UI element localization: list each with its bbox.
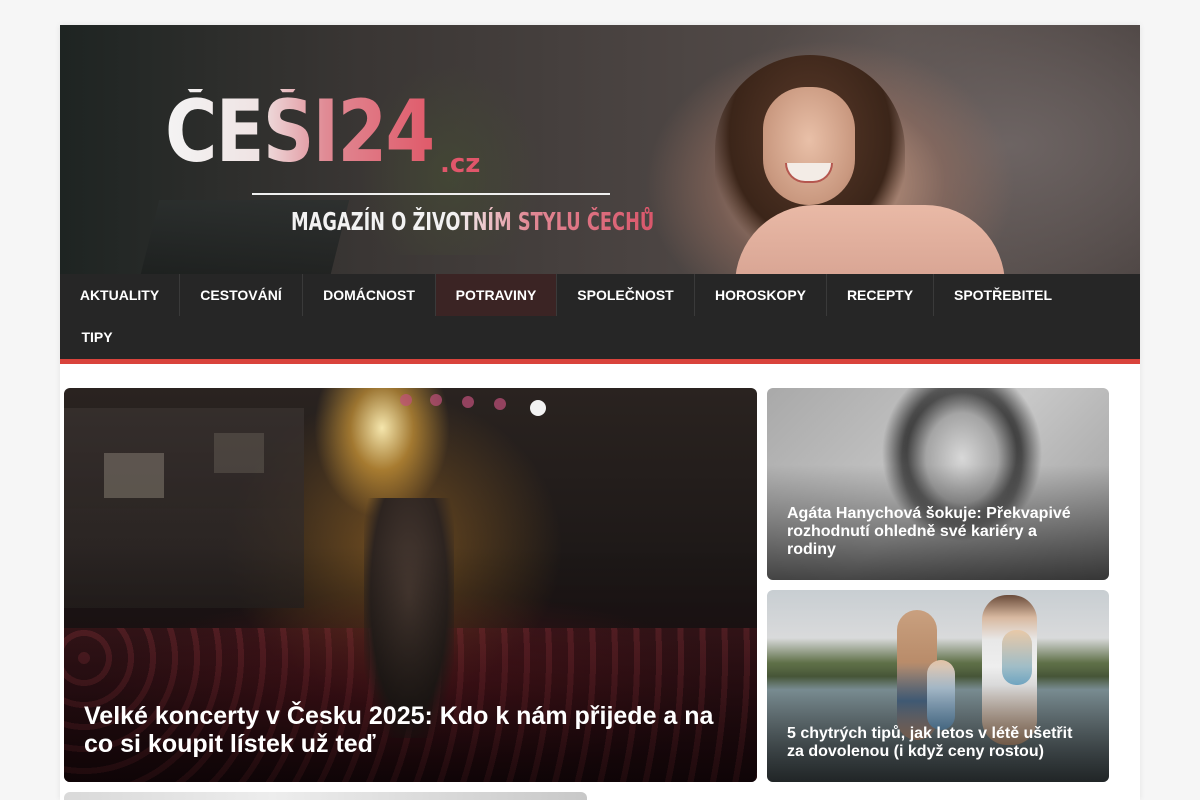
- site-tagline: MAGAZÍN O ŽIVOTNÍM STYLU ČECHŮ: [291, 207, 655, 236]
- next-article-card[interactable]: [64, 792, 587, 800]
- side-article-title[interactable]: 5 chytrých tipů, jak letos v létě ušetři…: [787, 725, 1087, 761]
- nav-item-domacnost[interactable]: DOMÁCNOST: [303, 274, 436, 316]
- site-logo[interactable]: ČEŠI24 .cz: [165, 82, 488, 182]
- nav-item-tipy[interactable]: TIPY: [60, 316, 134, 358]
- main-navigation: AKTUALITY CESTOVÁNÍ DOMÁCNOST POTRAVINY …: [60, 274, 1140, 359]
- side-article-card[interactable]: Agáta Hanychová šokuje: Překvapivé rozho…: [767, 388, 1109, 580]
- nav-item-horoskopy[interactable]: HOROSKOPY: [695, 274, 827, 316]
- featured-article-title[interactable]: Velké koncerty v Česku 2025: Kdo k nám p…: [84, 702, 734, 758]
- side-article-card[interactable]: 5 chytrých tipů, jak letos v létě ušetři…: [767, 590, 1109, 782]
- nav-item-cestovani[interactable]: CESTOVÁNÍ: [180, 274, 303, 316]
- logo-text: ČEŠI24: [165, 82, 435, 182]
- nav-item-potraviny[interactable]: POTRAVINY: [436, 274, 557, 316]
- nav-item-recepty[interactable]: RECEPTY: [827, 274, 934, 316]
- nav-item-spotrebitel[interactable]: SPOTŘEBITEL: [934, 274, 1072, 316]
- nav-item-spolecnost[interactable]: SPOLEČNOST: [557, 274, 695, 316]
- nav-accent-bar: [60, 359, 1140, 364]
- page-container: ČEŠI24 .cz MAGAZÍN O ŽIVOTNÍM STYLU ČECH…: [60, 25, 1140, 800]
- featured-article-card[interactable]: Velké koncerty v Česku 2025: Kdo k nám p…: [64, 388, 757, 782]
- header-banner: ČEŠI24 .cz MAGAZÍN O ŽIVOTNÍM STYLU ČECH…: [60, 25, 1140, 285]
- side-article-title[interactable]: Agáta Hanychová šokuje: Překvapivé rozho…: [787, 505, 1087, 559]
- logo-divider: [252, 193, 610, 195]
- logo-tld: .cz: [440, 149, 481, 179]
- nav-item-aktuality[interactable]: AKTUALITY: [60, 274, 180, 316]
- banner-woman-image: [715, 55, 1045, 285]
